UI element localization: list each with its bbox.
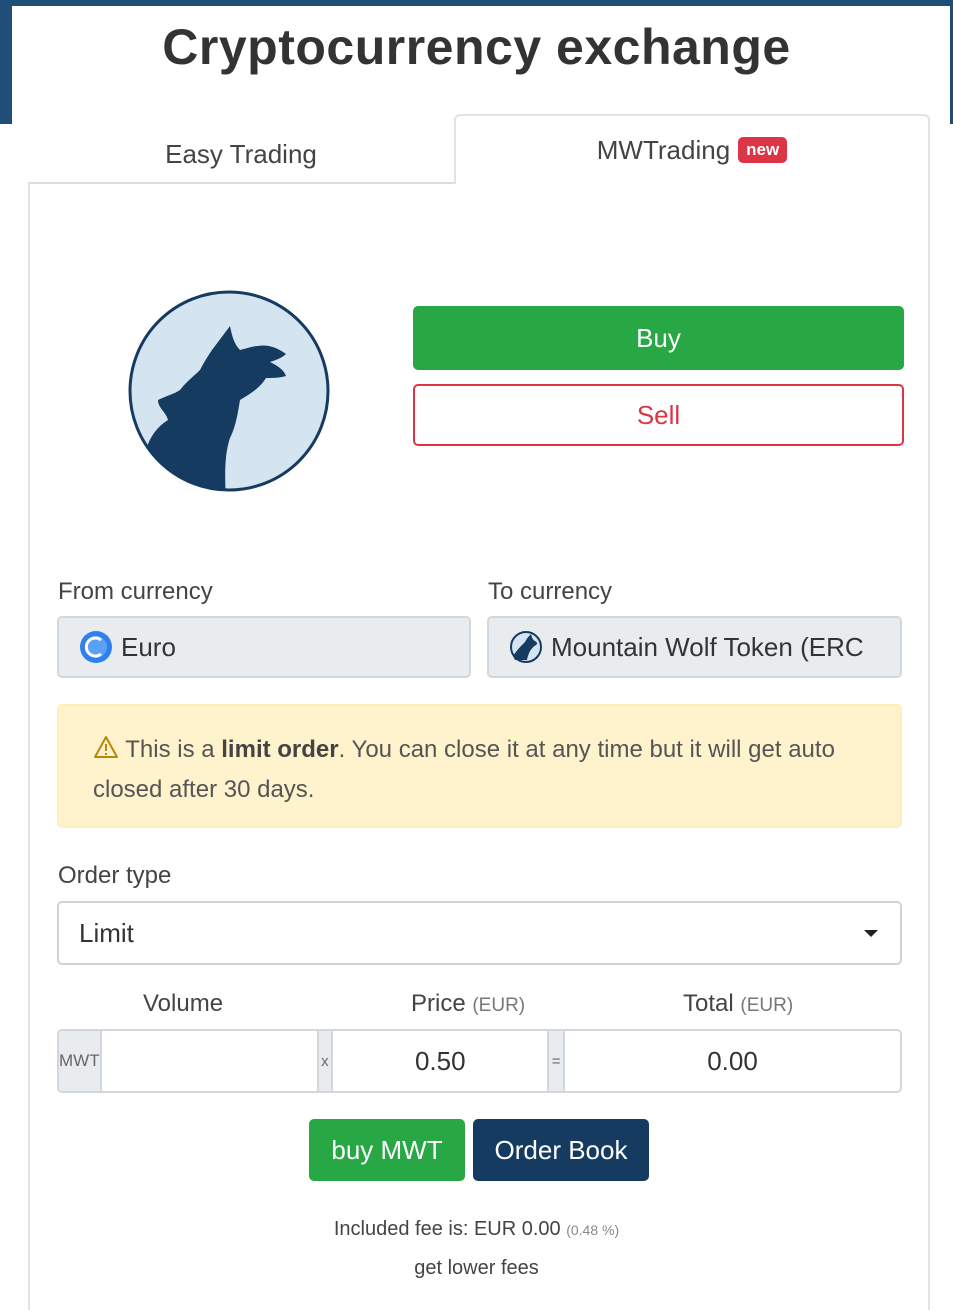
order-input-group: MWT x = [57, 1029, 902, 1093]
from-currency-label: From currency [58, 578, 213, 605]
chevron-down-icon [864, 930, 878, 937]
to-currency-label: To currency [488, 578, 613, 605]
price-input[interactable] [333, 1031, 548, 1091]
page-title: Cryptocurrency exchange [162, 19, 791, 75]
order-type-label: Order type [58, 862, 172, 889]
price-unit: (EUR) [472, 995, 526, 1016]
multiply-addon: x [316, 1031, 334, 1091]
volume-label: Volume [143, 990, 223, 1018]
price-label: Price (EUR) [411, 990, 525, 1018]
alert-text-prefix: This is a [125, 736, 222, 763]
volume-label-text: Volume [143, 990, 224, 1017]
wolf-icon [128, 290, 330, 492]
equals-addon: = [547, 1031, 565, 1091]
to-currency-value: Mountain Wolf Token (ERC [551, 631, 864, 662]
window-frame-top [0, 0, 953, 6]
tab-easy-trading-label: Easy Trading [165, 138, 317, 169]
limit-order-alert: This is a limit order. You can close it … [57, 704, 902, 828]
total-input[interactable] [565, 1031, 900, 1091]
total-unit: (EUR) [740, 995, 794, 1016]
fee-text: Included fee is: EUR 0.00 [333, 1218, 561, 1240]
volume-unit-addon: MWT [59, 1031, 102, 1091]
order-type-select[interactable]: Limit [57, 901, 902, 965]
volume-input[interactable] [101, 1031, 317, 1091]
wolf-token-icon [510, 631, 542, 663]
tab-mwtrading[interactable]: MWTrading new [454, 114, 930, 184]
fee-percent: (0.48 %) [566, 1222, 620, 1238]
price-label-text: Price [411, 990, 466, 1017]
euro-icon [80, 631, 112, 663]
total-label: Total (EUR) [683, 990, 793, 1018]
order-type-value: Limit [79, 917, 134, 948]
trading-tabs: Easy Trading MWTrading new [28, 114, 930, 184]
tab-mwtrading-label: MWTrading [596, 134, 731, 165]
buy-button[interactable]: Buy [413, 306, 904, 370]
new-badge: new [738, 137, 788, 163]
buy-mwt-button[interactable]: buy MWT [309, 1119, 465, 1181]
warning-icon [94, 736, 118, 758]
fee-info: Included fee is: EUR 0.00 (0.48 %) [0, 1218, 953, 1241]
from-currency-select[interactable]: Euro [57, 616, 471, 678]
order-book-button[interactable]: Order Book [473, 1119, 649, 1181]
sell-button[interactable]: Sell [413, 384, 904, 446]
get-lower-fees-link[interactable]: get lower fees [0, 1257, 953, 1280]
alert-text-bold: limit order [221, 736, 339, 763]
tab-easy-trading[interactable]: Easy Trading [28, 126, 454, 184]
to-currency-select[interactable]: Mountain Wolf Token (ERC [487, 616, 902, 678]
total-label-text: Total [683, 990, 734, 1017]
from-currency-value: Euro [121, 631, 176, 662]
